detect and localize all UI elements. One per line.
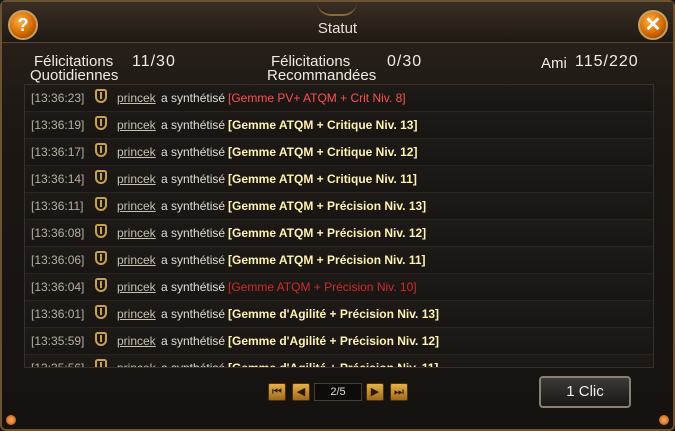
player-link[interactable]: princek	[117, 253, 156, 267]
log-time: [13:35:59]	[31, 334, 85, 348]
log-time: [13:35:56]	[31, 361, 85, 368]
log-time: [13:36:14]	[31, 172, 85, 186]
first-page-icon[interactable]: ⏮	[268, 383, 286, 401]
title-bar: Statut	[2, 2, 673, 43]
player-link[interactable]: princek	[117, 91, 156, 105]
item-link[interactable]: [Gemme ATQM + Critique Niv. 12]	[228, 145, 417, 159]
log-row: [13:36:23] princek a synthétisé [Gemme PV+ …	[25, 85, 653, 112]
item-link[interactable]: [Gemme ATQM + Critique Niv. 11]	[228, 172, 417, 186]
rank-badge-icon	[95, 251, 107, 265]
item-link[interactable]: [Gemme PV+ ATQM + Crit Niv. 8]	[228, 91, 406, 105]
rank-badge-icon	[95, 359, 107, 367]
rank-badge-icon	[95, 332, 107, 346]
log-action: a synthétisé	[161, 334, 226, 348]
log-action: a synthétisé	[161, 199, 226, 213]
log-time: [13:36:11]	[31, 199, 84, 213]
rank-badge-icon	[95, 89, 107, 103]
log-action: a synthétisé	[161, 253, 226, 267]
synthesis-log: [13:36:23] princek a synthétisé [Gemme PV+ …	[24, 84, 654, 368]
friends-value: 115/220	[575, 53, 639, 70]
next-page-icon[interactable]: ▶	[366, 383, 384, 401]
log-row: [13:36:06] princek a synthétisé [Gemme ATQM…	[25, 247, 653, 274]
log-row: [13:36:08] princek a synthétisé [Gemme ATQM…	[25, 220, 653, 247]
last-page-icon[interactable]: ⏭	[390, 383, 408, 401]
log-row: [13:36:04] princek a synthétisé [Gemme ATQM…	[25, 274, 653, 301]
rank-badge-icon	[95, 197, 107, 211]
friends-stat: Ami 115/220	[541, 54, 638, 72]
daily-congrats-value: 11/30	[132, 53, 176, 70]
rank-badge-icon	[95, 305, 107, 319]
log-time: [13:36:01]	[31, 307, 85, 321]
player-link[interactable]: princek	[117, 172, 156, 186]
log-time: [13:36:19]	[31, 118, 85, 132]
one-click-button[interactable]: 1 Clic	[539, 376, 631, 408]
rank-badge-icon	[95, 143, 107, 157]
log-row: [13:36:11] princek a synthétisé [Gemme ATQM…	[25, 193, 653, 220]
status-window: Statut ? ✕ Félicitations 11/30 Quotidien…	[0, 0, 675, 431]
log-action: a synthétisé	[161, 307, 226, 321]
prev-page-icon[interactable]: ◀	[292, 383, 310, 401]
pagination: ⏮ ◀ 2/5 ▶ ⏭	[268, 383, 408, 403]
player-link[interactable]: princek	[117, 199, 156, 213]
log-action: a synthétisé	[161, 91, 226, 105]
log-row: [13:35:59] princek a synthétisé [Gemme d'Ag…	[25, 328, 653, 355]
item-link[interactable]: [Gemme d'Agilité + Précision Niv. 12]	[228, 334, 439, 348]
player-link[interactable]: princek	[117, 334, 156, 348]
player-link[interactable]: princek	[117, 145, 156, 159]
title-ornament	[317, 2, 357, 16]
log-row: [13:36:14] princek a synthétisé [Gemme ATQM…	[25, 166, 653, 193]
friends-label: Ami	[541, 55, 567, 72]
item-link[interactable]: [Gemme ATQM + Précision Niv. 10]	[228, 280, 417, 294]
daily-congrats-stat: Félicitations 11/30 Quotidiennes	[30, 54, 175, 84]
recommended-congrats-stat: Félicitations 0/30 Recommandées	[267, 54, 421, 84]
item-link[interactable]: [Gemme ATQM + Précision Niv. 13]	[228, 199, 426, 213]
corner-ornament-left	[6, 415, 16, 425]
log-action: a synthétisé	[161, 145, 226, 159]
item-link[interactable]: [Gemme d'Agilité + Précision Niv. 11]	[228, 361, 438, 367]
daily-congrats-label-line2: Quotidiennes	[30, 67, 119, 84]
item-link[interactable]: [Gemme d'Agilité + Précision Niv. 13]	[228, 307, 439, 321]
log-row: [13:36:19] princek a synthétisé [Gemme ATQM…	[25, 112, 653, 139]
close-button[interactable]: ✕	[638, 10, 668, 40]
player-link[interactable]: princek	[117, 307, 156, 321]
player-link[interactable]: princek	[117, 118, 156, 132]
log-time: [13:36:23]	[31, 91, 85, 105]
item-link[interactable]: [Gemme ATQM + Précision Niv. 11]	[228, 253, 426, 267]
rank-badge-icon	[95, 116, 107, 130]
log-row: [13:35:56] princek a synthétisé [Gemme d'Ag…	[25, 355, 653, 368]
log-action: a synthétisé	[161, 172, 226, 186]
log-row: [13:36:17] princek a synthétisé [Gemme ATQM…	[25, 139, 653, 166]
log-time: [13:36:04]	[31, 280, 85, 294]
player-link[interactable]: princek	[117, 361, 156, 367]
item-link[interactable]: [Gemme ATQM + Précision Niv. 12]	[228, 226, 426, 240]
item-link[interactable]: [Gemme ATQM + Critique Niv. 13]	[228, 118, 417, 132]
log-action: a synthétisé	[161, 361, 226, 368]
log-action: a synthétisé	[161, 280, 226, 294]
log-action: a synthétisé	[161, 226, 226, 240]
window-title: Statut	[317, 20, 358, 37]
log-time: [13:36:08]	[31, 226, 85, 240]
help-button[interactable]: ?	[8, 10, 38, 40]
log-action: a synthétisé	[161, 118, 226, 132]
log-time: [13:36:06]	[31, 253, 85, 267]
log-time: [13:36:17]	[31, 145, 85, 159]
player-link[interactable]: princek	[117, 280, 156, 294]
rank-badge-icon	[95, 224, 107, 238]
corner-ornament-right	[659, 415, 669, 425]
recommended-congrats-label-line2: Recommandées	[267, 67, 377, 84]
recommended-congrats-value: 0/30	[387, 53, 423, 70]
page-indicator: 2/5	[314, 383, 362, 401]
rank-badge-icon	[95, 278, 107, 292]
rank-badge-icon	[95, 170, 107, 184]
player-link[interactable]: princek	[117, 226, 156, 240]
log-row: [13:36:01] princek a synthétisé [Gemme d'Ag…	[25, 301, 653, 328]
